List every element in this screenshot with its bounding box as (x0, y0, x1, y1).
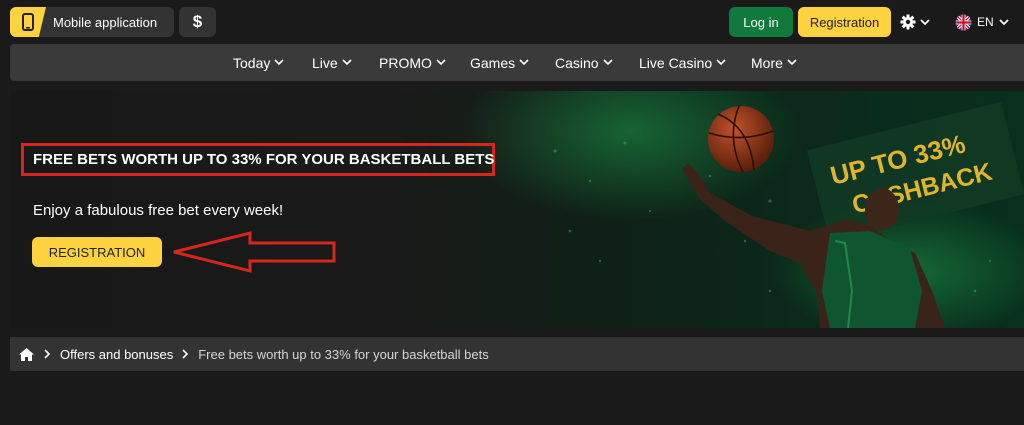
chevron-down-icon (787, 59, 797, 66)
chevron-right-icon (44, 349, 51, 359)
language-selector[interactable]: EN (955, 12, 1009, 32)
nav-item-more[interactable]: More (751, 44, 797, 81)
home-icon[interactable] (18, 347, 35, 362)
breadcrumb-offers-link[interactable]: Offers and bonuses (60, 347, 173, 362)
nav-item-label: Games (470, 54, 516, 71)
settings-menu[interactable] (900, 12, 930, 32)
mobile-application-label: Mobile application (53, 14, 158, 30)
chevron-down-icon (999, 18, 1009, 25)
pointer-arrow-icon (173, 231, 336, 273)
chevron-down-icon (519, 59, 529, 66)
nav-item-live-casino[interactable]: Live Casino (639, 44, 726, 81)
nav-item-label: Casino (555, 54, 599, 71)
nav-item-live[interactable]: Live (312, 44, 352, 81)
promo-registration-button[interactable]: REGISTRATION (32, 237, 162, 267)
nav-item-label: More (751, 54, 783, 71)
nav-item-label: Live Casino (639, 54, 713, 71)
uk-flag-icon (955, 13, 972, 31)
nav-item-games[interactable]: Games (470, 44, 529, 81)
nav-item-label: Live (312, 54, 338, 71)
chevron-right-icon (182, 349, 189, 359)
registration-button[interactable]: Registration (798, 7, 891, 37)
breadcrumb: Offers and bonuses Free bets worth up to… (10, 337, 1024, 371)
breadcrumb-current: Free bets worth up to 33% for your baske… (198, 346, 489, 362)
chevron-down-icon (436, 59, 446, 66)
promo-title: FREE BETS WORTH UP TO 33% FOR YOUR BASKE… (33, 151, 495, 168)
mobile-application-button[interactable]: Mobile application (10, 7, 174, 37)
dollar-icon: $ (192, 12, 203, 31)
phone-icon-box (10, 7, 46, 37)
chevron-down-icon (716, 59, 726, 66)
nav-item-promo[interactable]: PROMO (379, 44, 446, 81)
language-label: EN (977, 15, 994, 29)
nav-item-label: Today (233, 54, 271, 71)
chevron-down-icon (274, 59, 284, 66)
phone-icon (22, 13, 34, 31)
promo-banner: UP TO 33% CASHBACK FREE BETS WORTH UP TO… (10, 91, 1024, 328)
chevron-down-icon (920, 18, 930, 25)
promo-subtitle: Enjoy a fabulous free bet every week! (33, 202, 284, 219)
chevron-down-icon (342, 59, 352, 66)
login-button[interactable]: Log in (729, 7, 793, 37)
main-nav: Today Live PROMO Games Casino Live Casin… (10, 44, 1024, 81)
top-bar: Mobile application $ Log in Registration (0, 0, 1024, 44)
gear-icon (900, 14, 916, 30)
nav-item-label: PROMO (379, 54, 432, 71)
nav-item-today[interactable]: Today (233, 44, 284, 81)
currency-button[interactable]: $ (179, 7, 216, 37)
nav-item-casino[interactable]: Casino (555, 44, 613, 81)
chevron-down-icon (603, 59, 613, 66)
promo-title-highlight: FREE BETS WORTH UP TO 33% FOR YOUR BASKE… (21, 143, 495, 176)
